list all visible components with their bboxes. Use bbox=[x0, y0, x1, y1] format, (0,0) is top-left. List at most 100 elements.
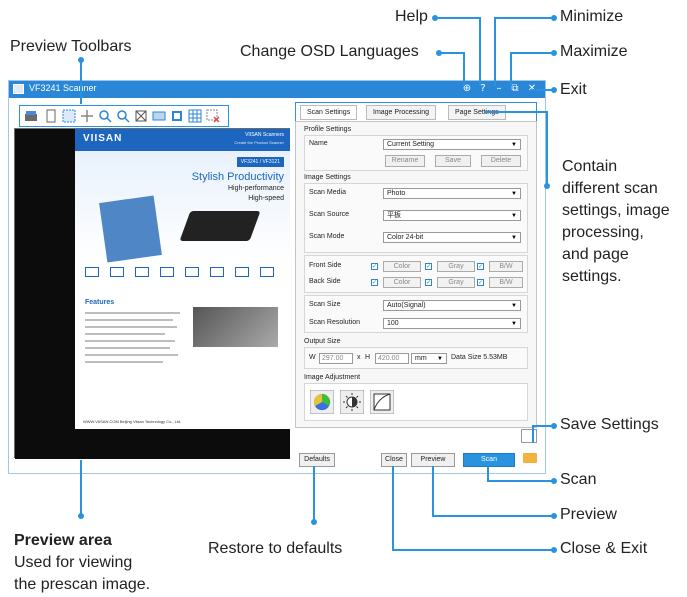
scan-size-value: Auto(Signal) bbox=[387, 302, 426, 309]
doc-text-line bbox=[85, 340, 175, 342]
front-gray-button[interactable]: Gray bbox=[437, 261, 475, 272]
preview-area[interactable]: VIISAN VIISAN Scanners Create the Produc… bbox=[14, 128, 290, 459]
leader-line bbox=[546, 111, 548, 186]
zoom-out-icon[interactable] bbox=[116, 109, 130, 123]
profile-name-select[interactable]: Current Setting ▼ bbox=[383, 139, 521, 150]
front-bw-button[interactable]: B/W bbox=[489, 261, 523, 272]
unit-select[interactable]: mm ▼ bbox=[411, 353, 447, 364]
back-color-button[interactable]: Color bbox=[383, 277, 421, 288]
doc-header-line-1: VIISAN Scanners bbox=[245, 132, 284, 138]
leader-dot bbox=[311, 519, 317, 525]
doc-photo-cards bbox=[99, 195, 162, 263]
brightness-icon[interactable] bbox=[340, 390, 364, 414]
leader-dot bbox=[436, 50, 442, 56]
rename-button[interactable]: Rename bbox=[385, 155, 425, 167]
clear-selection-icon[interactable] bbox=[206, 109, 220, 123]
delete-button[interactable]: Delete bbox=[481, 155, 521, 167]
annotation-preview: Preview bbox=[560, 506, 617, 523]
annotation-preview-area-desc-1: Used for viewing bbox=[14, 554, 133, 571]
scan-source-select[interactable]: 平板 ▼ bbox=[383, 210, 521, 221]
page-icon[interactable] bbox=[44, 109, 58, 123]
scan-resolution-select[interactable]: 100 ▼ bbox=[383, 318, 521, 329]
scan-source-label: Scan Source bbox=[309, 211, 350, 218]
fit-page-icon[interactable] bbox=[134, 109, 148, 123]
tab-scan-settings[interactable]: Scan Settings bbox=[300, 105, 358, 120]
doc-text-line bbox=[85, 361, 163, 363]
width-label: W bbox=[309, 354, 316, 361]
annotation-help: Help bbox=[395, 8, 428, 25]
annotation-restore-defaults: Restore to defaults bbox=[208, 540, 343, 557]
scanner-icon[interactable] bbox=[24, 109, 38, 123]
front-bw-checkbox[interactable]: ✓ bbox=[477, 263, 484, 270]
color-wheel-icon[interactable] bbox=[310, 390, 334, 414]
leader-line bbox=[432, 515, 553, 517]
annotation-minimize: Minimize bbox=[560, 8, 624, 25]
scan-size-select[interactable]: Auto(Signal) ▼ bbox=[383, 300, 521, 311]
back-gray-button[interactable]: Gray bbox=[437, 277, 475, 288]
height-input[interactable]: 420.00 bbox=[375, 353, 409, 364]
chevron-down-icon: ▼ bbox=[437, 356, 443, 362]
doc-photo bbox=[193, 307, 278, 347]
chevron-down-icon: ▼ bbox=[511, 142, 517, 148]
save-settings-box[interactable] bbox=[521, 429, 537, 443]
doc-header: VIISAN VIISAN Scanners Create the Produc… bbox=[75, 129, 290, 151]
doc-footer: WWW.VIISAN.COM Beijing Viisan Technology… bbox=[83, 419, 182, 424]
save-button[interactable]: Save bbox=[435, 155, 471, 167]
move-icon[interactable] bbox=[80, 109, 94, 123]
output-size-group: W 297.00 x H 420.00 mm ▼ Data Size 5.53MB bbox=[304, 347, 528, 369]
preview-margin-bottom bbox=[75, 429, 290, 459]
doc-feature-icon bbox=[235, 267, 249, 277]
width-input[interactable]: 297.00 bbox=[319, 353, 353, 364]
fit-width-icon[interactable] bbox=[152, 109, 166, 123]
side-color-group: Front Side ✓ Color ✓ Gray ✓ B/W Back Sid… bbox=[304, 255, 528, 293]
leader-dot bbox=[78, 513, 84, 519]
annotation-exit: Exit bbox=[560, 81, 587, 98]
front-color-checkbox[interactable]: ✓ bbox=[371, 263, 378, 270]
leader-dot bbox=[551, 87, 557, 93]
front-color-button[interactable]: Color bbox=[383, 261, 421, 272]
app-icon bbox=[13, 84, 24, 94]
curve-icon[interactable] bbox=[370, 390, 394, 414]
scan-mode-label: Scan Mode bbox=[309, 233, 345, 240]
back-side-label: Back Side bbox=[309, 278, 341, 285]
back-bw-checkbox[interactable]: ✓ bbox=[477, 279, 484, 286]
annotation-close-exit: Close & Exit bbox=[560, 540, 648, 557]
back-color-checkbox[interactable]: ✓ bbox=[371, 279, 378, 286]
leader-dot bbox=[544, 183, 550, 189]
scan-button[interactable]: Scan bbox=[463, 453, 515, 467]
select-area-icon[interactable] bbox=[62, 109, 76, 123]
close-button[interactable]: Close bbox=[381, 453, 407, 467]
front-side-label: Front Side bbox=[309, 262, 342, 269]
leader-line bbox=[532, 425, 534, 443]
doc-feature-icon bbox=[260, 267, 274, 277]
scan-mode-select[interactable]: Color 24-bit ▼ bbox=[383, 232, 521, 243]
front-gray-checkbox[interactable]: ✓ bbox=[425, 263, 432, 270]
grid-icon[interactable] bbox=[188, 109, 202, 123]
tab-image-processing[interactable]: Image Processing bbox=[366, 105, 437, 120]
defaults-button[interactable]: Defaults bbox=[299, 453, 335, 467]
doc-feature-icon bbox=[185, 267, 199, 277]
chevron-down-icon: ▼ bbox=[511, 321, 517, 327]
leader-line bbox=[487, 480, 553, 482]
output-size-title: Output Size bbox=[304, 338, 341, 345]
doc-feature-icon bbox=[160, 267, 174, 277]
chevron-down-icon: ▼ bbox=[511, 213, 517, 219]
annotation-preview-area-title: Preview area bbox=[14, 532, 112, 549]
zoom-in-icon[interactable] bbox=[98, 109, 112, 123]
back-gray-checkbox[interactable]: ✓ bbox=[425, 279, 432, 286]
actual-size-icon[interactable] bbox=[170, 109, 184, 123]
scan-size-group: Scan Size Auto(Signal) ▼ Scan Resolution … bbox=[304, 295, 528, 333]
folder-icon[interactable] bbox=[523, 453, 537, 463]
prescan-image: VIISAN VIISAN Scanners Create the Produc… bbox=[75, 129, 290, 429]
leader-line bbox=[511, 52, 553, 54]
leader-line bbox=[463, 52, 465, 86]
leader-dot bbox=[551, 50, 557, 56]
back-bw-button[interactable]: B/W bbox=[489, 277, 523, 288]
preview-button[interactable]: Preview bbox=[411, 453, 455, 467]
scan-media-value: Photo bbox=[387, 190, 406, 197]
data-size-readout: Data Size 5.53MB bbox=[451, 354, 508, 361]
chevron-down-icon: ▼ bbox=[511, 303, 517, 309]
leader-dot bbox=[432, 15, 438, 21]
doc-features-title: Features bbox=[85, 299, 115, 306]
scan-media-select[interactable]: Photo ▼ bbox=[383, 188, 521, 199]
